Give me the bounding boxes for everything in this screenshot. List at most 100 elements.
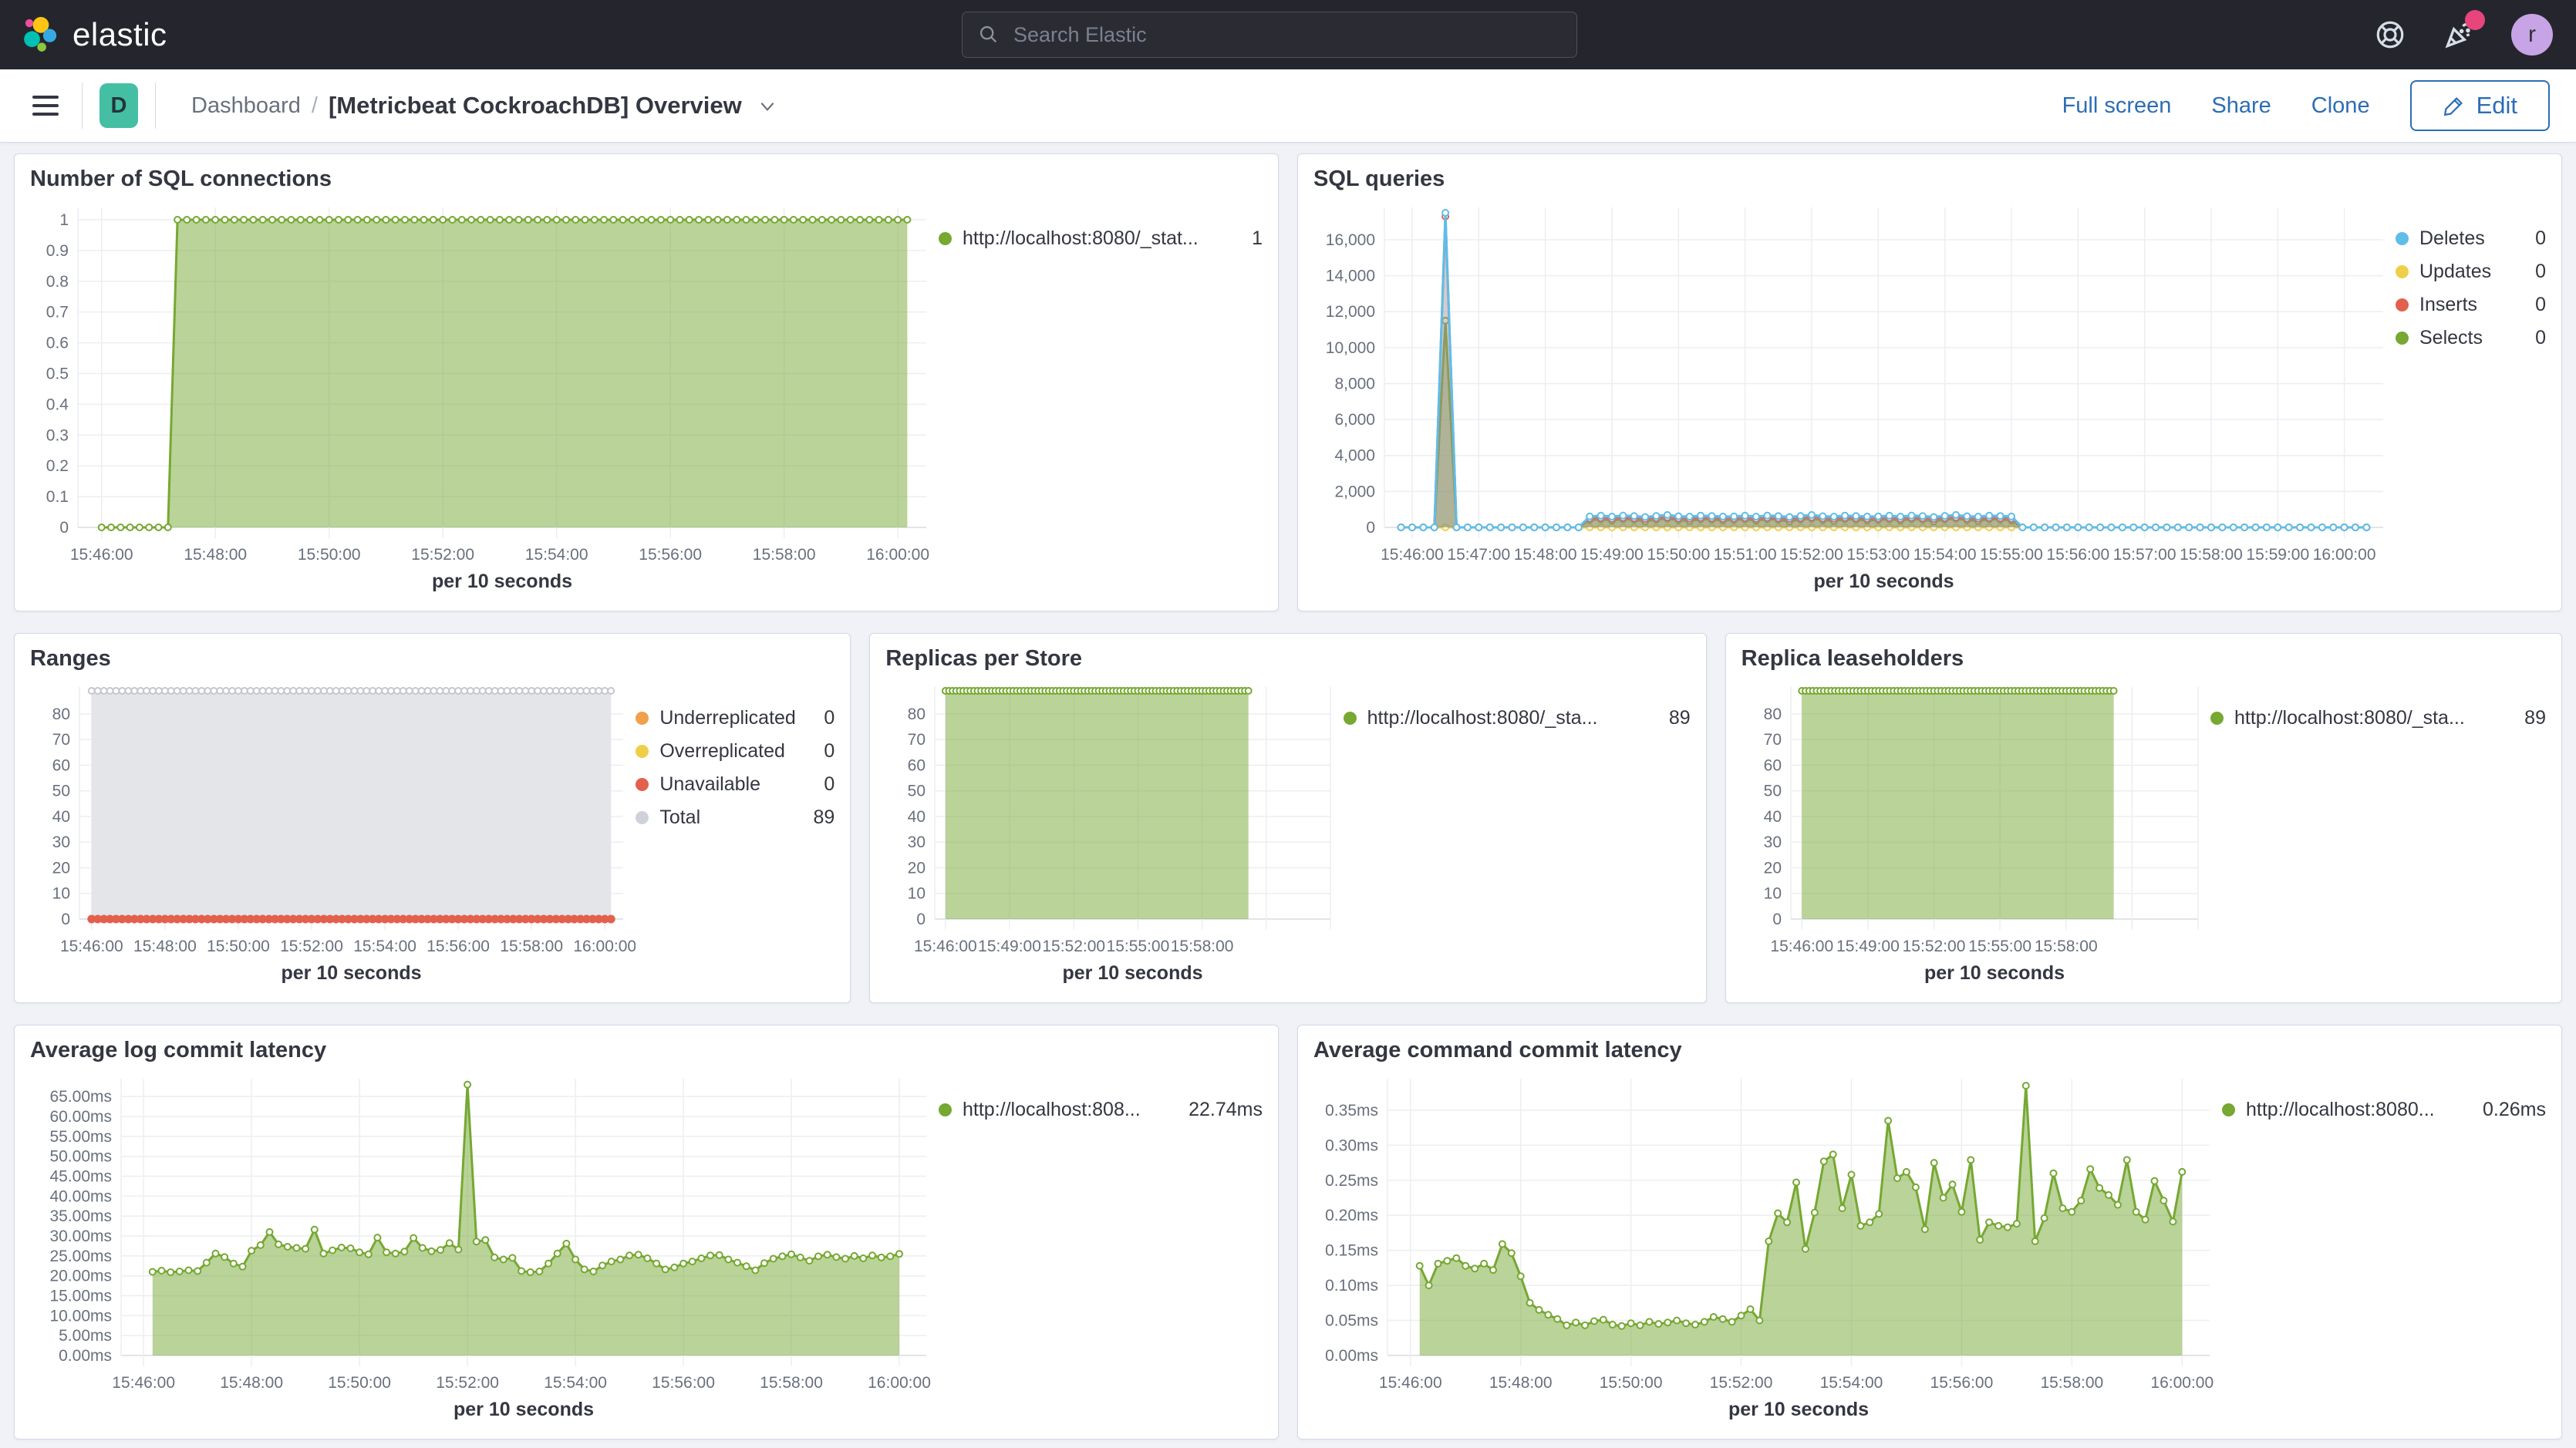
series-color-dot — [636, 778, 649, 791]
chart-svg[interactable]: 0.00ms0.05ms0.10ms0.15ms0.20ms0.25ms0.30… — [1313, 1066, 2222, 1426]
svg-text:30: 30 — [1763, 833, 1781, 851]
elastic-logo-icon — [23, 17, 59, 52]
chart-area: 00.10.20.30.40.50.60.70.80.9115:46:0015:… — [30, 195, 939, 598]
legend-item[interactable]: Unavailable0 — [636, 773, 835, 796]
legend-value: 0 — [824, 707, 835, 729]
chart-legend: Deletes0Updates0Inserts0Selects0 — [2396, 195, 2546, 598]
chart-area: 0.00ms0.05ms0.10ms0.15ms0.20ms0.25ms0.30… — [1313, 1066, 2222, 1426]
breadcrumb-dashboard-link[interactable]: Dashboard — [191, 93, 301, 119]
svg-text:15:53:00: 15:53:00 — [1846, 546, 1910, 564]
svg-text:16:00:00: 16:00:00 — [2150, 1374, 2214, 1392]
chart-svg[interactable]: 0102030405060708015:46:0015:49:0015:52:0… — [1741, 675, 2210, 990]
series-color-dot — [2396, 232, 2409, 245]
svg-text:30.00ms: 30.00ms — [49, 1227, 112, 1245]
newsfeed-button[interactable] — [2442, 18, 2476, 52]
svg-text:40: 40 — [1763, 808, 1781, 826]
svg-text:65.00ms: 65.00ms — [49, 1088, 112, 1106]
page-title[interactable]: [Metricbeat CockroachDB] Overview — [329, 92, 742, 120]
svg-text:per 10 seconds: per 10 seconds — [1924, 962, 2065, 984]
brand[interactable]: elastic — [23, 16, 167, 53]
chart-svg[interactable]: 0.00ms5.00ms10.00ms15.00ms20.00ms25.00ms… — [30, 1066, 939, 1426]
legend-value: 0 — [2535, 227, 2546, 250]
svg-text:15:48:00: 15:48:00 — [1489, 1374, 1553, 1392]
full-screen-button[interactable]: Full screen — [2062, 93, 2172, 119]
legend-item[interactable]: Underreplicated0 — [636, 707, 835, 729]
search-input[interactable] — [1012, 22, 1561, 48]
svg-text:80: 80 — [52, 705, 70, 723]
svg-text:10,000: 10,000 — [1326, 339, 1375, 357]
svg-text:20: 20 — [908, 859, 926, 877]
title-menu-button[interactable] — [757, 96, 777, 116]
breadcrumb: Dashboard / [Metricbeat CockroachDB] Ove… — [191, 92, 777, 120]
clone-button[interactable]: Clone — [2311, 93, 2370, 119]
svg-text:20.00ms: 20.00ms — [49, 1268, 112, 1285]
svg-text:15:58:00: 15:58:00 — [1171, 938, 1234, 955]
svg-text:10.00ms: 10.00ms — [49, 1307, 112, 1325]
top-header: elastic r — [0, 0, 2576, 69]
legend-item[interactable]: http://localhost:8080/_stat...1 — [939, 227, 1263, 250]
svg-text:0: 0 — [917, 911, 926, 928]
svg-text:50: 50 — [908, 783, 926, 800]
panel-title: Replica leaseholders — [1741, 646, 2546, 672]
svg-text:0.15ms: 0.15ms — [1325, 1242, 1378, 1260]
chart-legend: http://localhost:8080...0.26ms — [2222, 1066, 2546, 1426]
svg-text:10: 10 — [908, 885, 926, 903]
global-search[interactable] — [962, 12, 1577, 58]
svg-text:45.00ms: 45.00ms — [49, 1168, 112, 1186]
svg-text:0.00ms: 0.00ms — [1325, 1347, 1378, 1365]
legend-item[interactable]: http://localhost:808...22.74ms — [939, 1099, 1263, 1121]
svg-text:15:54:00: 15:54:00 — [1913, 546, 1977, 564]
svg-text:15:51:00: 15:51:00 — [1714, 546, 1777, 564]
help-button[interactable] — [2374, 19, 2406, 51]
svg-text:2,000: 2,000 — [1334, 483, 1375, 500]
legend-value: 0 — [2535, 261, 2546, 283]
menu-button[interactable] — [26, 96, 65, 116]
svg-text:16,000: 16,000 — [1326, 231, 1375, 249]
svg-text:60.00ms: 60.00ms — [49, 1108, 112, 1126]
legend-item[interactable]: Inserts0 — [2396, 294, 2546, 316]
svg-text:15:56:00: 15:56:00 — [652, 1374, 715, 1392]
svg-text:0.2: 0.2 — [46, 457, 69, 475]
svg-text:0.6: 0.6 — [46, 335, 69, 352]
svg-text:15:46:00: 15:46:00 — [70, 546, 133, 564]
svg-text:15:58:00: 15:58:00 — [500, 938, 563, 955]
chart-svg[interactable]: 00.10.20.30.40.50.60.70.80.9115:46:0015:… — [30, 195, 939, 598]
legend-item[interactable]: http://localhost:8080...0.26ms — [2222, 1099, 2546, 1121]
svg-text:0.4: 0.4 — [46, 396, 69, 413]
avatar[interactable]: r — [2511, 14, 2553, 56]
legend-item[interactable]: http://localhost:8080/_sta...89 — [1344, 707, 1691, 729]
chart-svg[interactable]: 0102030405060708015:46:0015:49:0015:52:0… — [885, 675, 1343, 990]
panel-command-commit-latency: Average command commit latency 0.00ms0.0… — [1297, 1025, 2562, 1440]
legend-item[interactable]: Updates0 — [2396, 261, 2546, 283]
chart-area: 0102030405060708015:46:0015:49:0015:52:0… — [885, 675, 1343, 990]
svg-text:15:55:00: 15:55:00 — [1107, 938, 1170, 955]
svg-text:15:52:00: 15:52:00 — [436, 1374, 499, 1392]
legend-label: Inserts — [2419, 294, 2524, 316]
legend-item[interactable]: http://localhost:8080/_sta...89 — [2210, 707, 2546, 729]
svg-text:15:46:00: 15:46:00 — [112, 1374, 175, 1392]
svg-text:15:54:00: 15:54:00 — [353, 938, 416, 955]
svg-text:12,000: 12,000 — [1326, 303, 1375, 321]
series-color-dot — [2396, 298, 2409, 311]
edit-button[interactable]: Edit — [2410, 80, 2550, 131]
legend-item[interactable]: Overreplicated0 — [636, 740, 835, 763]
svg-text:0.10ms: 0.10ms — [1325, 1277, 1378, 1295]
svg-text:0.35ms: 0.35ms — [1325, 1102, 1378, 1120]
chart-svg[interactable]: 02,0004,0006,0008,00010,00012,00014,0001… — [1313, 195, 2396, 598]
svg-text:16:00:00: 16:00:00 — [573, 938, 636, 955]
svg-text:15:48:00: 15:48:00 — [184, 546, 247, 564]
svg-text:25.00ms: 25.00ms — [49, 1248, 112, 1265]
svg-text:50: 50 — [1763, 783, 1781, 800]
svg-text:10: 10 — [1763, 885, 1781, 903]
share-button[interactable]: Share — [2211, 93, 2271, 119]
svg-text:8,000: 8,000 — [1334, 375, 1375, 392]
chart-svg[interactable]: 0102030405060708015:46:0015:48:0015:50:0… — [30, 675, 636, 990]
legend-item[interactable]: Total89 — [636, 807, 835, 829]
svg-text:50.00ms: 50.00ms — [49, 1148, 112, 1166]
legend-item[interactable]: Deletes0 — [2396, 227, 2546, 250]
panel-title: Ranges — [30, 646, 835, 672]
legend-item[interactable]: Selects0 — [2396, 327, 2546, 349]
series-color-dot — [2396, 265, 2409, 278]
help-icon — [2374, 19, 2406, 51]
legend-value: 0 — [824, 740, 835, 763]
